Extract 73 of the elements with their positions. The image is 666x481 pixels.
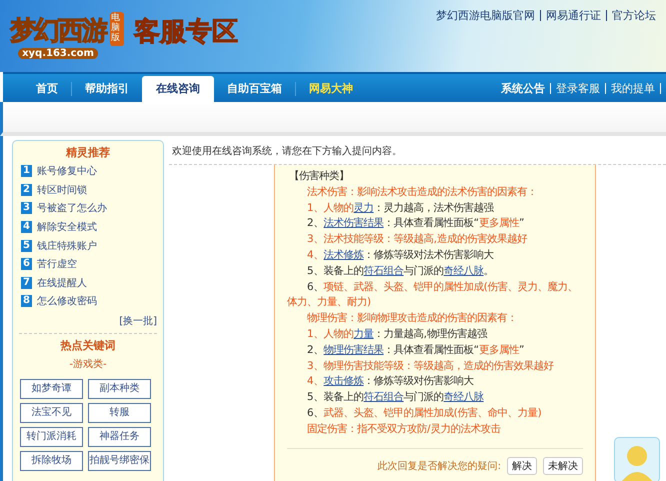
text-link[interactable]: 灵力 xyxy=(354,202,374,214)
welcome-text: 欢迎使用在线咨询系统，请您在下方输入提问内容。 xyxy=(172,144,403,158)
feedback-button[interactable]: 未解决 xyxy=(543,456,583,475)
keyword-button[interactable]: 如梦奇谭 xyxy=(20,378,83,399)
number-badge: 5 xyxy=(21,240,32,252)
keyword-button[interactable]: 转服 xyxy=(88,402,151,423)
nav-tab[interactable]: 在线咨询 xyxy=(142,76,214,102)
text-link[interactable]: 奇经八脉 xyxy=(444,264,484,277)
logo-text: 梦幻西游 xyxy=(10,15,106,48)
nav-tab[interactable]: 自助百宝箱 xyxy=(214,76,295,102)
answer-line: 6、武器、头盔、铠甲的属性加成(伤害、命中、力量) xyxy=(306,406,543,421)
text-link[interactable]: 物理伤害结果 xyxy=(324,344,384,356)
nav-link[interactable]: 我的提单 xyxy=(611,80,655,96)
answer-line: 1、人物的力量：力量越高,物理伤害越强 xyxy=(306,326,488,342)
answer-line: 【伤害种类】 xyxy=(288,169,350,184)
text-link[interactable]: 符石组合 xyxy=(364,391,404,404)
answer-line: 1、人物的灵力：灵力越高，法术伤害越强 xyxy=(306,200,495,216)
keyword-button[interactable]: 副本种类 xyxy=(88,378,151,399)
answer-line: 5、装备上的符石组合与门派的奇经八脉。 xyxy=(306,264,495,279)
keyword-button[interactable]: 拍靓号绑密保 xyxy=(88,450,151,471)
answer-line: 4、攻击修炼：修炼等级对伤害影响大 xyxy=(306,374,475,390)
sidebar-title: 精灵推荐 xyxy=(64,145,111,160)
sidebar-link[interactable]: 转区时间锁 xyxy=(37,182,87,197)
text-link[interactable]: 力量 xyxy=(354,328,374,340)
nav-link[interactable]: 登录客服 xyxy=(556,80,600,96)
keyword-button[interactable]: 神器任务 xyxy=(88,426,151,447)
number-badge: 4 xyxy=(21,221,32,234)
top-link[interactable]: 网易通行证 xyxy=(546,9,601,22)
text-link[interactable]: 攻击修炼 xyxy=(324,375,364,388)
keyword-button[interactable]: 拆除牧场 xyxy=(20,450,83,471)
text-link[interactable]: 符石组合 xyxy=(364,264,404,277)
number-badge: 8 xyxy=(21,295,32,308)
number-badge: 1 xyxy=(21,165,32,178)
section-title: 客服专区 xyxy=(134,16,238,48)
answer-line: 3、物理伤害技能等级：等级越高，造成的伤害效果越好 xyxy=(306,358,555,374)
sidebar-link[interactable]: 号被盗了怎么办 xyxy=(37,201,107,216)
feedback-button[interactable]: 解决 xyxy=(507,456,537,475)
logo-badge: 电脑版 xyxy=(110,12,124,46)
answer-line: 4、法术修炼：修炼等级对法术伤害影响大 xyxy=(306,248,495,263)
answer-line: 物理伤害：影响物理攻击造成的伤害的因素有： xyxy=(306,311,518,326)
keyword-button[interactable]: 法宝不见 xyxy=(20,402,83,423)
number-badge: 6 xyxy=(21,258,32,270)
avatar-placeholder[interactable] xyxy=(614,437,660,481)
nav-link[interactable]: 系统公告 xyxy=(501,80,545,96)
text-link[interactable]: 奇经八脉 xyxy=(444,391,484,404)
number-badge: 7 xyxy=(21,276,32,289)
refresh-link[interactable]: [换一批] xyxy=(119,316,157,327)
answer-line: 5、装备上的符石组合与门派的奇经八脉 xyxy=(306,390,485,406)
sidebar-link[interactable]: 账号修复中心 xyxy=(37,164,97,178)
nav-tab[interactable]: 首页 xyxy=(23,76,71,102)
answer-line: 6、项链、武器、头盔、铠甲的属性加成(伤害、灵力、魔力、体力、力量、耐力) xyxy=(287,280,579,310)
keyword-button[interactable]: 转门派消耗 xyxy=(20,426,83,447)
answer-line: 法术伤害：影响法术攻击造成的法术伤害的因素有： xyxy=(306,184,538,200)
category-label: -游戏类- xyxy=(68,358,108,371)
nav-tab[interactable]: 帮助指引 xyxy=(72,76,142,102)
logo-url: xyq.163.com xyxy=(18,48,98,59)
text-link[interactable]: 法术伤害结果 xyxy=(324,217,384,230)
answer-line: 3、法术技能等级：等级越高,造成的伤害效果越好 xyxy=(306,232,528,248)
sidebar-link[interactable]: 在线提醒人 xyxy=(37,276,87,290)
sidebar-link[interactable]: 钱庄特殊账户 xyxy=(37,238,97,253)
answer-line: 固定伤害：指不受双方攻防/灵力的法术攻击 xyxy=(306,422,502,437)
number-badge: 2 xyxy=(21,184,32,196)
text-link[interactable]: 法术修炼 xyxy=(324,248,364,261)
top-link[interactable]: 梦幻西游电脑版官网 xyxy=(436,9,535,22)
keywords-title: 热点关键词 xyxy=(59,338,116,353)
answer-line: 2、法术伤害结果：具体查看属性面板“更多属性” xyxy=(306,216,526,232)
sidebar-link[interactable]: 怎么修改密码 xyxy=(37,294,97,308)
top-link[interactable]: 官方论坛 xyxy=(612,9,656,22)
sidebar-link[interactable]: 苦行虚空 xyxy=(37,257,77,272)
sidebar-link[interactable]: 解除安全模式 xyxy=(37,220,97,234)
feedback-prompt: 此次回复是否解决您的疑问: xyxy=(378,460,501,473)
number-badge: 3 xyxy=(21,202,32,214)
answer-line: 2、物理伤害结果：具体查看属性面板“更多属性” xyxy=(306,342,526,358)
